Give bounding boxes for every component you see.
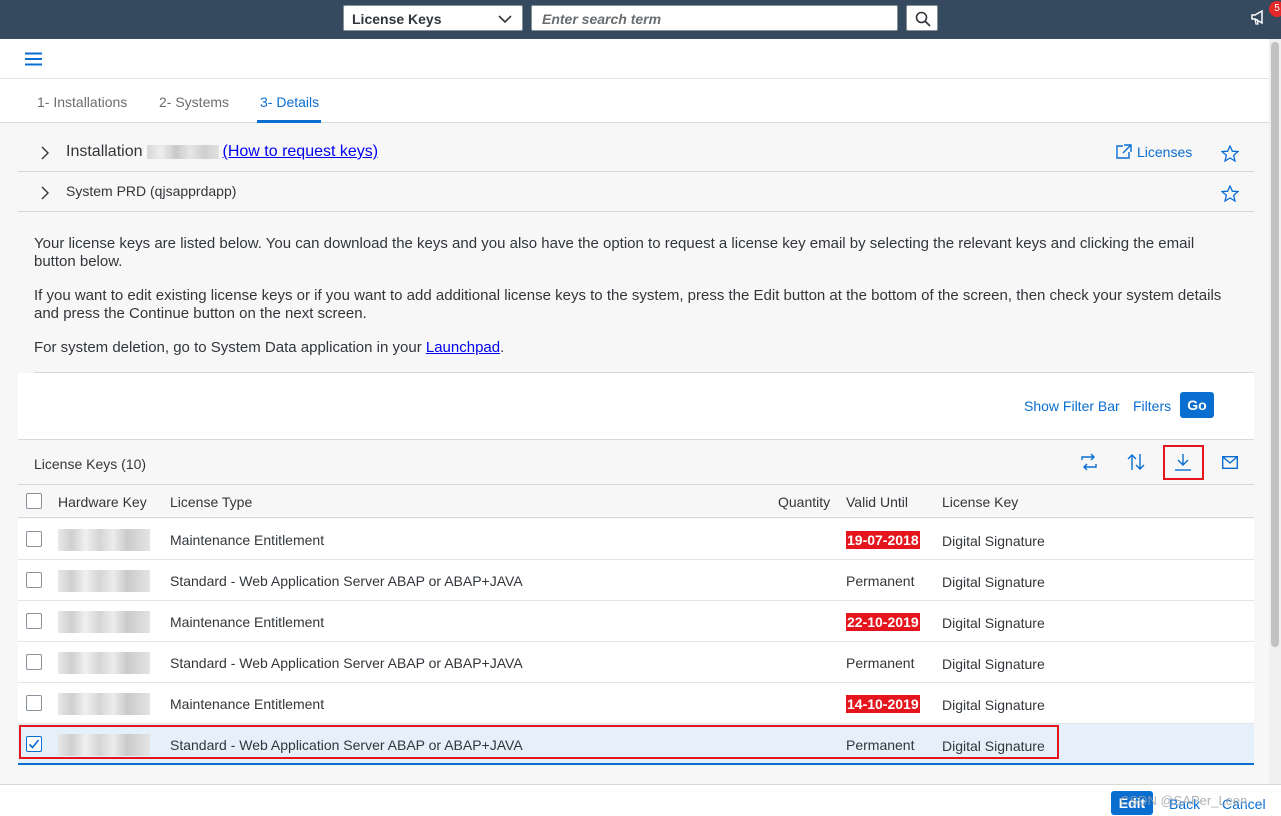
external-link-icon [1116, 144, 1132, 159]
table-row[interactable]: Standard - Web Application Server ABAP o… [18, 642, 1254, 683]
notification-badge: 5 [1269, 1, 1281, 17]
chevron-down-icon [498, 12, 512, 28]
table-row[interactable]: Maintenance Entitlement 19-07-2018 Digital… [18, 519, 1254, 560]
info-paragraph-3-text: For system deletion, go to System Data a… [34, 339, 426, 356]
search-icon [915, 11, 931, 27]
watermark: CSDN @SAPer_Leen [1120, 793, 1248, 808]
cell-license-type: Maintenance Entitlement [170, 696, 325, 712]
app-bar [0, 39, 1269, 79]
hardware-key-redacted [58, 570, 150, 592]
table-toolbar: License Keys (10) [18, 441, 1254, 485]
col-license-key[interactable]: License Key [942, 494, 1018, 510]
go-button[interactable]: Go [1180, 392, 1214, 418]
licenses-link[interactable]: Licenses [1115, 144, 1192, 160]
launchpad-link[interactable]: Launchpad [426, 339, 500, 356]
col-quantity[interactable]: Quantity [778, 494, 830, 510]
refresh-icon[interactable] [1081, 453, 1097, 474]
system-title: System PRD (qjsapprdapp) [66, 183, 237, 199]
selected-row-highlight [19, 725, 1059, 759]
footer-toolbar: Edit Back Cancel CSDN @SAPer_Leen [0, 784, 1281, 816]
cell-valid-until: 14-10-2019 [846, 695, 920, 713]
filters-button[interactable]: Filters [1133, 398, 1171, 414]
cell-license-type: Maintenance Entitlement [170, 532, 325, 548]
cell-license-type: Standard - Web Application Server ABAP o… [170, 573, 523, 589]
star-icon[interactable] [1220, 144, 1240, 165]
licenses-label: Licenses [1137, 144, 1193, 160]
star-icon[interactable] [1220, 184, 1240, 205]
installation-prefix: Installation [66, 143, 143, 160]
row-checkbox[interactable] [26, 613, 42, 629]
tab-installations[interactable]: 1- Installations [37, 94, 127, 110]
hamburger-icon[interactable] [25, 52, 42, 69]
scrollbar-thumb[interactable] [1271, 42, 1279, 647]
sort-icon[interactable] [1127, 453, 1145, 474]
cell-license-key[interactable]: Digital Signature [942, 615, 1045, 631]
cell-license-type: Standard - Web Application Server ABAP o… [170, 655, 523, 671]
info-paragraph-2: If you want to edit existing license key… [34, 287, 1222, 322]
cell-license-key[interactable]: Digital Signature [942, 697, 1045, 713]
email-icon[interactable] [1221, 455, 1239, 472]
row-checkbox[interactable] [26, 572, 42, 588]
row-checkbox[interactable] [26, 654, 42, 670]
cell-license-key[interactable]: Digital Signature [942, 574, 1045, 590]
row-checkbox[interactable] [26, 531, 42, 547]
cell-license-key[interactable]: Digital Signature [942, 656, 1045, 672]
download-icon[interactable] [1175, 453, 1191, 474]
active-tab-indicator [257, 120, 321, 123]
cell-valid-until: 22-10-2019 [846, 613, 920, 631]
info-paragraph-3: For system deletion, go to System Data a… [34, 339, 1234, 357]
select-all-checkbox[interactable] [26, 493, 42, 509]
chevron-right-icon[interactable] [40, 186, 50, 203]
hardware-key-redacted [58, 693, 150, 715]
hardware-key-redacted [58, 611, 150, 633]
installation-number-redacted [146, 144, 219, 159]
shell-header: License Keys Enter search term 5 [0, 0, 1281, 39]
search-button[interactable] [906, 5, 938, 31]
show-filter-bar-button[interactable]: Show Filter Bar [1024, 398, 1120, 414]
col-license-type[interactable]: License Type [170, 494, 252, 510]
col-valid-until[interactable]: Valid Until [846, 494, 908, 510]
table-row[interactable]: Standard - Web Application Server ABAP o… [18, 560, 1254, 601]
info-paragraph-1: Your license keys are listed below. You … [34, 235, 1195, 270]
hardware-key-redacted [58, 652, 150, 674]
table-row[interactable]: Maintenance Entitlement 14-10-2019 Digital… [18, 683, 1254, 724]
search-placeholder: Enter search term [542, 11, 662, 27]
search-scope-select[interactable]: License Keys [343, 5, 523, 31]
filter-bar: Show Filter Bar Filters Go [18, 373, 1254, 440]
table-header: Hardware Key License Type Quantity Valid… [18, 485, 1254, 518]
megaphone-icon[interactable] [1250, 8, 1268, 29]
info-paragraph-3-end: . [500, 339, 505, 356]
hardware-key-redacted [58, 529, 150, 551]
installation-title: Installation (How to request keys) [66, 143, 378, 161]
chevron-right-icon[interactable] [40, 146, 50, 163]
search-scope-label: License Keys [352, 11, 442, 27]
tab-bar: 1- Installations 2- Systems 3- Details [0, 79, 1269, 123]
search-input[interactable]: Enter search term [531, 5, 898, 31]
system-panel[interactable]: System PRD (qjsapprdapp) [18, 172, 1254, 212]
installation-panel[interactable]: Installation (How to request keys) Licens… [18, 133, 1254, 172]
table-title: License Keys (10) [34, 456, 147, 472]
tab-systems[interactable]: 2- Systems [159, 94, 229, 110]
col-hardware-key[interactable]: Hardware Key [58, 494, 147, 510]
tab-details[interactable]: 3- Details [260, 94, 319, 110]
cell-valid-until: Permanent [846, 573, 915, 589]
cell-valid-until: 19-07-2018 [846, 531, 920, 549]
table-row[interactable]: Maintenance Entitlement 22-10-2019 Digital… [18, 601, 1254, 642]
cell-license-type: Maintenance Entitlement [170, 614, 325, 630]
how-to-request-keys-link[interactable]: (How to request keys) [223, 143, 379, 160]
cell-valid-until: Permanent [846, 655, 915, 671]
row-checkbox[interactable] [26, 695, 42, 711]
cell-license-key[interactable]: Digital Signature [942, 533, 1045, 549]
